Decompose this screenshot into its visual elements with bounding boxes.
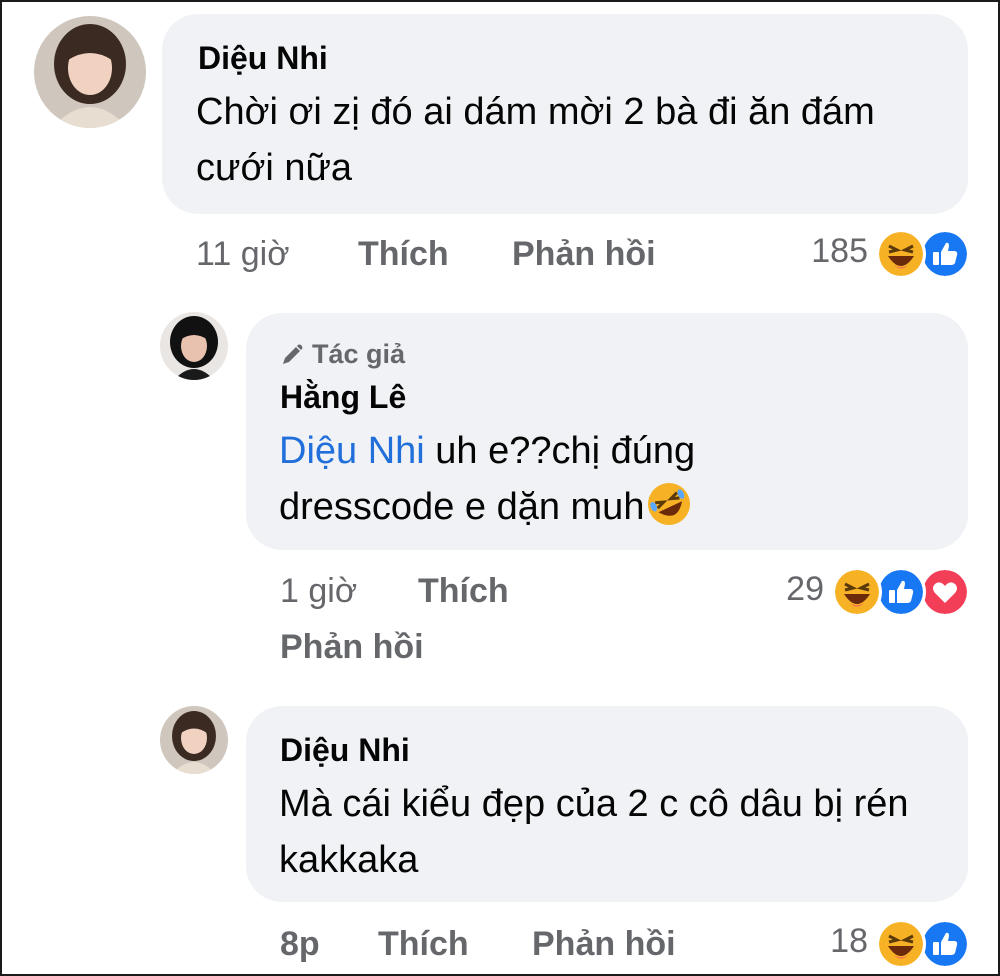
comment-text: Diệu Nhi uh e??chị đúng dresscode e dặn … [279, 423, 799, 535]
like-button[interactable]: Thích [358, 235, 449, 274]
comment-author[interactable]: Diệu Nhi [280, 732, 410, 769]
avatar[interactable] [160, 312, 228, 380]
comment-time[interactable]: 11 giờ [196, 235, 290, 274]
avatar[interactable] [34, 16, 146, 128]
reply-button[interactable]: Phản hồi [532, 925, 676, 964]
reply-button[interactable]: Phản hồi [280, 628, 424, 667]
comment-text: Mà cái kiểu đẹp của 2 c cô dâu bị rén ka… [279, 783, 909, 881]
avatar[interactable] [160, 706, 228, 774]
author-badge-label: Tác giả [312, 339, 406, 369]
haha-icon[interactable] [876, 919, 926, 969]
comment-author[interactable]: Diệu Nhi [198, 40, 328, 77]
like-icon[interactable] [920, 229, 970, 279]
rofl-emoji-icon [648, 483, 691, 525]
like-button[interactable]: Thích [418, 572, 509, 611]
reaction-count[interactable]: 185 [760, 232, 868, 271]
reaction-count[interactable]: 29 [740, 570, 824, 609]
comment-bubble: Diệu Nhi Chời ơi zị đó ai dám mời 2 bà đ… [162, 14, 968, 214]
comment-text: Chời ơi zị đó ai dám mời 2 bà đi ăn đám … [196, 91, 875, 189]
mention-link[interactable]: Diệu Nhi [279, 430, 425, 472]
comment-time[interactable]: 1 giờ [280, 572, 357, 611]
like-button[interactable]: Thích [378, 925, 469, 964]
reply-button[interactable]: Phản hồi [512, 235, 656, 274]
pencil-icon [283, 344, 303, 364]
author-badge: Tác giả [280, 339, 405, 370]
haha-icon[interactable] [876, 229, 926, 279]
reaction-count[interactable]: 18 [780, 922, 868, 961]
haha-icon[interactable] [832, 567, 882, 617]
love-icon[interactable] [920, 567, 970, 617]
comment-author[interactable]: Hằng Lê [280, 379, 406, 416]
comment-time[interactable]: 8p [280, 925, 320, 964]
like-icon[interactable] [876, 567, 926, 617]
comment-bubble: Diệu Nhi Mà cái kiểu đẹp của 2 c cô dâu … [246, 706, 968, 902]
like-icon[interactable] [920, 919, 970, 969]
comment-bubble: Tác giả Hằng Lê Diệu Nhi uh e??chị đúng … [246, 313, 968, 550]
